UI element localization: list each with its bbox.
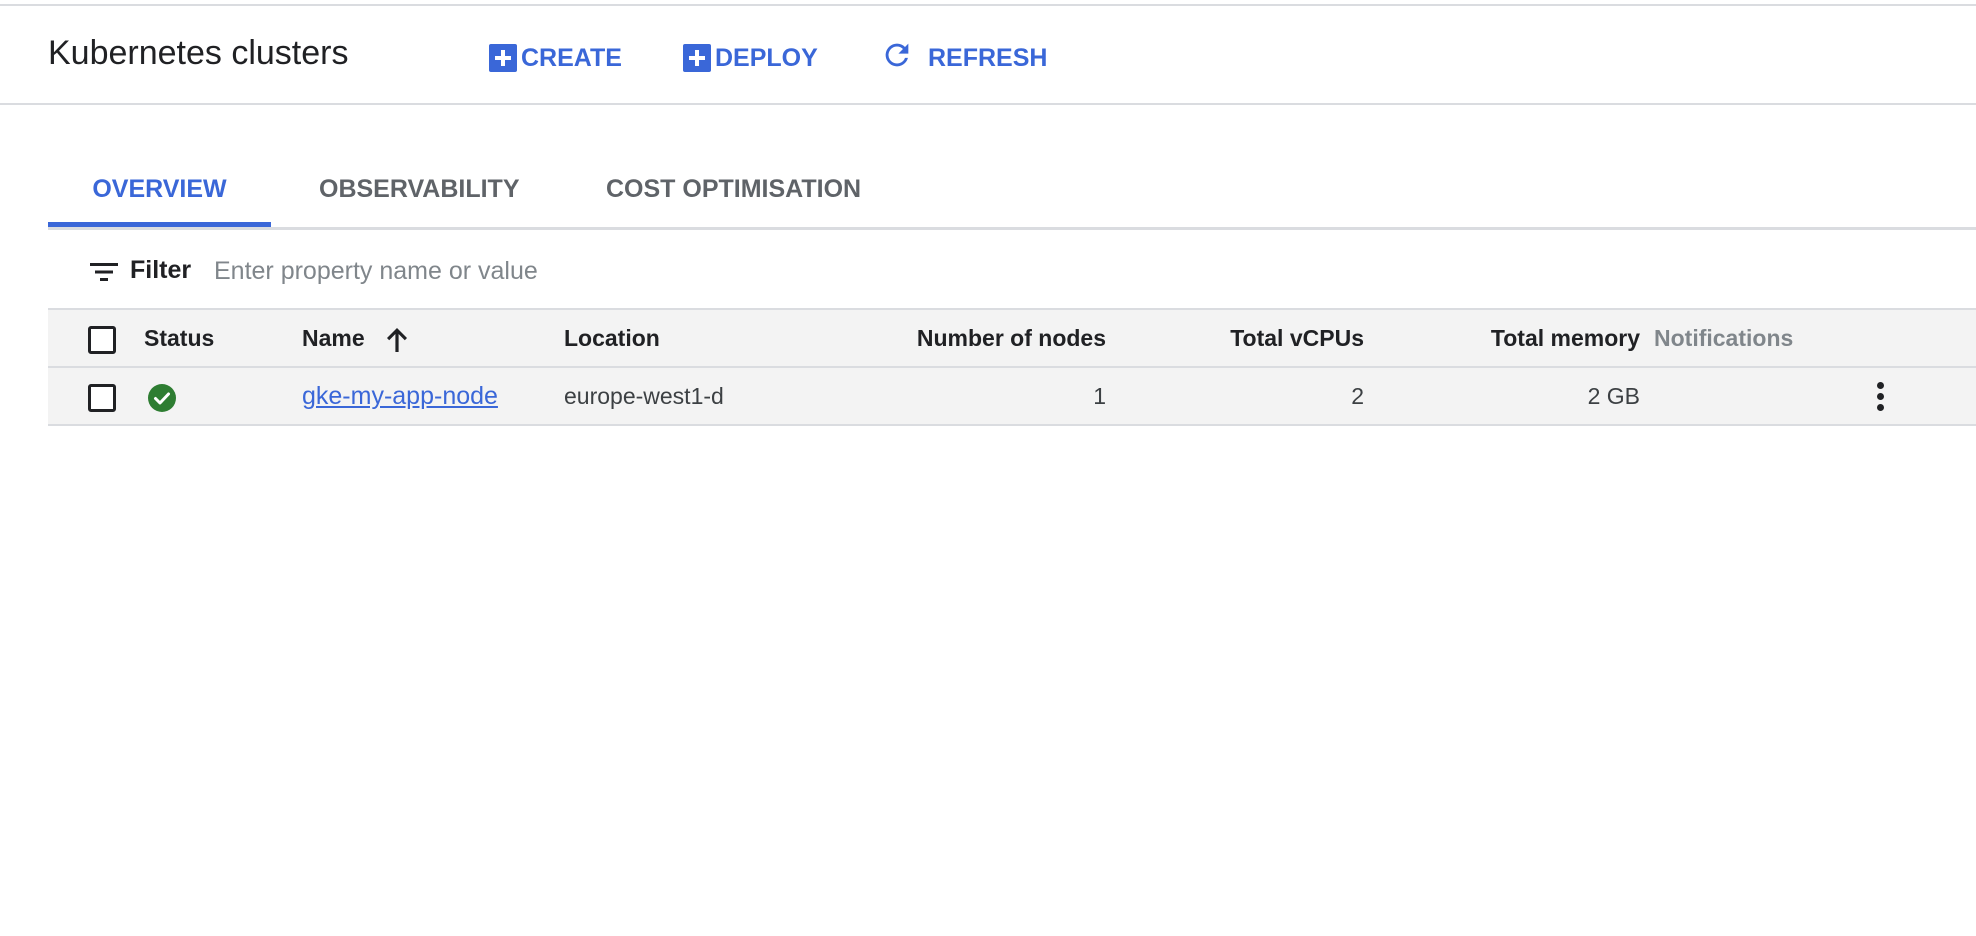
column-header-total-vcpus[interactable]: Total vCPUs bbox=[1230, 310, 1364, 366]
cluster-node-count: 1 bbox=[1093, 383, 1106, 409]
filter-bar: Filter bbox=[48, 240, 1976, 310]
top-divider bbox=[0, 0, 1976, 6]
check-circle-icon bbox=[147, 383, 177, 413]
row-checkbox[interactable] bbox=[88, 384, 116, 412]
column-header-name[interactable]: Name bbox=[302, 310, 365, 366]
refresh-icon bbox=[880, 38, 914, 79]
column-header-notifications: Notifications bbox=[1654, 325, 1794, 351]
page-header: Kubernetes clusters CREATE DEPLOY REFRES… bbox=[0, 8, 1976, 105]
tab-bar: OVERVIEW OBSERVABILITY COST OPTIMISATION bbox=[48, 160, 1976, 230]
clusters-table: Status Name Location Number of nodes Tot… bbox=[48, 310, 1976, 426]
page-title: Kubernetes clusters bbox=[48, 34, 349, 72]
deploy-button[interactable]: DEPLOY bbox=[683, 38, 818, 78]
add-box-icon bbox=[489, 44, 517, 72]
tab-observability[interactable]: OBSERVABILITY bbox=[319, 160, 520, 227]
cluster-location: europe-west1-d bbox=[564, 383, 724, 409]
create-button[interactable]: CREATE bbox=[489, 38, 622, 78]
create-button-label: CREATE bbox=[521, 43, 622, 72]
refresh-button-label: REFRESH bbox=[928, 43, 1048, 72]
select-all-checkbox[interactable] bbox=[88, 326, 116, 354]
column-header-status[interactable]: Status bbox=[144, 310, 214, 366]
column-header-number-of-nodes[interactable]: Number of nodes bbox=[917, 310, 1106, 366]
arrow-up-icon[interactable] bbox=[384, 326, 410, 354]
more-vert-icon[interactable] bbox=[1868, 380, 1892, 416]
column-header-location[interactable]: Location bbox=[564, 310, 660, 366]
cluster-memory: 2 GB bbox=[1587, 383, 1640, 409]
table-header-row: Status Name Location Number of nodes Tot… bbox=[48, 310, 1976, 368]
cluster-vcpus: 2 bbox=[1351, 383, 1364, 409]
filter-input[interactable] bbox=[214, 250, 914, 292]
add-box-icon bbox=[683, 44, 711, 72]
tab-cost-optimisation[interactable]: COST OPTIMISATION bbox=[606, 160, 861, 227]
cluster-name-link[interactable]: gke-my-app-node bbox=[302, 368, 498, 424]
table-row: gke-my-app-node europe-west1-d 1 2 2 GB bbox=[48, 368, 1976, 426]
filter-list-icon[interactable] bbox=[90, 260, 118, 284]
column-header-total-memory[interactable]: Total memory bbox=[1491, 310, 1640, 366]
deploy-button-label: DEPLOY bbox=[715, 43, 818, 72]
refresh-button[interactable]: REFRESH bbox=[880, 38, 1047, 78]
tab-overview[interactable]: OVERVIEW bbox=[48, 160, 271, 227]
filter-label: Filter bbox=[130, 256, 192, 284]
